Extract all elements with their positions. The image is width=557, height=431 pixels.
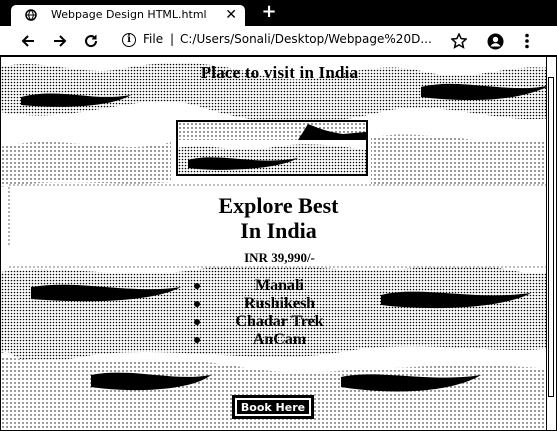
globe-icon (25, 9, 37, 21)
list-item: Manali (1, 277, 556, 295)
vertical-scrollbar[interactable] (546, 57, 556, 430)
forward-arrow-icon[interactable] (50, 31, 70, 51)
page-title: Place to visit in India (200, 63, 359, 82)
explore-heading: Explore Best In India (11, 193, 546, 243)
bullet-icon (194, 337, 200, 343)
bullet-icon (194, 283, 200, 289)
star-icon[interactable] (449, 31, 469, 51)
list-item: AnCam (1, 331, 556, 349)
info-icon[interactable]: i (122, 33, 136, 47)
browser-toolbar: i File | C:/Users/Sonali/Desktop/Webpage… (0, 26, 557, 56)
bullet-icon (194, 319, 200, 325)
explore-heading-line2: In India (240, 218, 317, 243)
reload-icon[interactable] (81, 31, 101, 51)
book-here-button[interactable]: Book Here (232, 395, 314, 419)
menu-dots-icon[interactable] (517, 31, 537, 51)
page-viewport: Place to visit in India Explore Best In … (0, 56, 557, 431)
places-list: Manali Rushikesh Chadar Trek AnCam (1, 277, 556, 349)
close-icon[interactable]: ✕ (225, 6, 237, 24)
file-scheme-label: File (143, 32, 164, 46)
back-arrow-icon[interactable] (18, 31, 38, 51)
omnibox-separator: | (170, 32, 175, 46)
price-label: INR 39,990/- (244, 250, 315, 265)
new-tab-button[interactable]: + (260, 3, 278, 21)
tab-webpage-design[interactable]: Webpage Design HTML.html ✕ (10, 4, 246, 26)
account-icon[interactable] (485, 31, 505, 51)
bullet-icon (194, 301, 200, 307)
url-text[interactable]: C:/Users/Sonali/Desktop/Webpage%20D... (180, 32, 432, 46)
explore-heading-line1: Explore Best (218, 193, 339, 218)
list-item: Rushikesh (1, 295, 556, 313)
tab-strip: Webpage Design HTML.html ✕ + (0, 0, 557, 26)
tab-title: Webpage Design HTML.html (51, 8, 207, 21)
list-item: Chadar Trek (1, 313, 556, 331)
address-bar[interactable]: i File | C:/Users/Sonali/Desktop/Webpage… (114, 30, 474, 51)
scrollbar-thumb[interactable] (548, 77, 554, 397)
browser-window: Webpage Design HTML.html ✕ + i File | C:… (0, 0, 557, 431)
hero-image (176, 120, 368, 176)
